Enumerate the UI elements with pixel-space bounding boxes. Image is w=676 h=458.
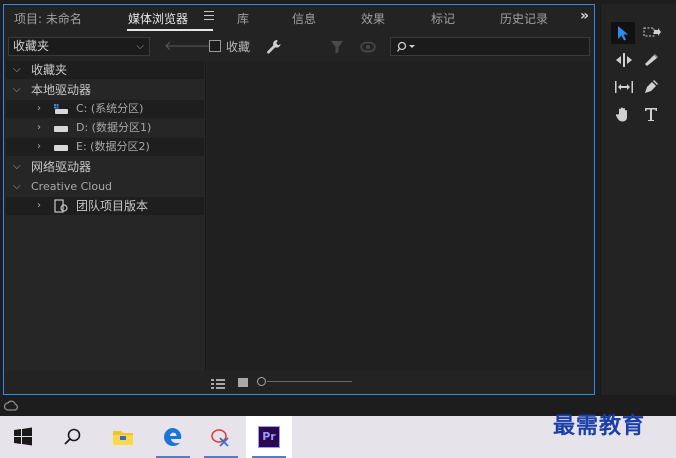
slip-icon — [615, 81, 633, 93]
ripple-edit-icon — [616, 53, 632, 67]
media-browser-panel: 项目: 未命名 媒体浏览器 库 信息 效果 标记 历史记录 » 收藏夹 ⌵ 🡐 … — [3, 4, 595, 395]
tree-item-label: 收藏夹 — [31, 63, 68, 77]
tree-item-label: Creative Cloud — [31, 180, 113, 193]
chevron-down-icon[interactable]: ⌵ — [13, 61, 21, 79]
ripple-edit-tool[interactable] — [611, 49, 635, 71]
tab-overflow-icon[interactable]: » — [580, 8, 589, 24]
type-icon — [645, 108, 657, 121]
tab-history[interactable]: 历史记录 — [500, 10, 548, 28]
windows-start-icon — [14, 427, 32, 446]
tree-item-label: 网络驱动器 — [31, 160, 92, 174]
tree-item-drive-e[interactable]: › E: (数据分区2) — [6, 138, 204, 156]
chevron-down-icon[interactable]: ⌵ — [13, 158, 21, 176]
slip-tool[interactable] — [611, 76, 635, 98]
tree-item-network-drives[interactable]: ⌵ 网络驱动器 — [6, 158, 204, 176]
tree-item-favorites[interactable]: ⌵ 收藏夹 — [6, 61, 204, 79]
start-button[interactable] — [0, 416, 46, 458]
collect-label: 收藏 — [226, 40, 251, 54]
tree-item-drive-d[interactable]: › D: (数据分区1) — [6, 119, 204, 137]
hard-drive-icon — [54, 126, 68, 132]
tab-info[interactable]: 信息 — [292, 10, 316, 28]
pen-tool[interactable] — [639, 76, 663, 98]
panel-bottom-bar — [4, 371, 594, 394]
media-content-area[interactable] — [207, 61, 592, 371]
taskbar-premiere-pro[interactable]: Pr — [246, 416, 292, 458]
tab-media-browser[interactable]: 媒体浏览器 — [128, 10, 188, 28]
panel-menu-icon[interactable] — [204, 11, 214, 23]
panel-tab-bar: 项目: 未命名 媒体浏览器 库 信息 效果 标记 历史记录 » — [4, 5, 594, 31]
eye-icon[interactable] — [360, 41, 376, 53]
tree-item-label: D: (数据分区1) — [76, 121, 152, 134]
file-explorer-icon — [113, 431, 133, 445]
premiere-pro-icon: Pr — [258, 426, 280, 448]
tree-item-creative-cloud[interactable]: ⌵ Creative Cloud — [6, 178, 204, 196]
chevron-down-icon[interactable]: ⌵ — [13, 81, 21, 99]
tree-item-drive-c[interactable]: › C: (系统分区) — [6, 100, 204, 118]
folder-tree: ⌵ 收藏夹 ⌵ 本地驱动器 › C: (系统分区) › D: (数据分区1) › — [6, 61, 206, 371]
tree-item-label: 团队项目版本 — [76, 199, 149, 213]
taskbar-search-button[interactable] — [50, 416, 96, 458]
taskbar-edge[interactable] — [150, 416, 196, 458]
tab-project[interactable]: 项目: 未命名 — [14, 10, 82, 28]
chevron-down-icon: ⌵ — [136, 41, 144, 52]
hard-drive-icon — [54, 145, 68, 151]
zoom-slider-track[interactable] — [267, 381, 352, 382]
search-icon — [397, 41, 415, 52]
edge-icon — [164, 428, 182, 446]
razor-tool[interactable] — [639, 49, 663, 71]
watermark-text: 最需教育 — [553, 413, 646, 439]
location-select[interactable]: 收藏夹 ⌵ — [8, 37, 150, 56]
filter-icon[interactable] — [330, 40, 344, 54]
chevron-right-icon[interactable]: › — [37, 197, 41, 215]
team-project-icon — [54, 199, 68, 213]
search-icon — [64, 428, 81, 445]
wrench-icon[interactable] — [266, 39, 282, 55]
chevron-down-icon[interactable]: ⌵ — [13, 178, 21, 196]
selection-tool[interactable] — [611, 22, 635, 44]
pen-icon — [645, 80, 658, 93]
system-drive-icon — [54, 104, 68, 114]
track-select-forward-icon — [643, 27, 661, 37]
taskbar-file-explorer[interactable] — [100, 416, 146, 458]
collect-checkbox[interactable] — [209, 40, 221, 52]
tree-item-local-drives[interactable]: ⌵ 本地驱动器 — [6, 81, 204, 99]
chevron-right-icon[interactable]: › — [37, 119, 41, 137]
search-input[interactable] — [390, 37, 590, 56]
zoom-slider-knob[interactable] — [257, 377, 266, 386]
list-view-icon[interactable] — [211, 379, 225, 389]
chevron-right-icon[interactable]: › — [37, 138, 41, 156]
tree-item-team-projects[interactable]: › 团队项目版本 — [6, 197, 204, 215]
tab-markers[interactable]: 标记 — [431, 10, 455, 28]
active-tab-indicator — [127, 29, 213, 31]
chevron-right-icon[interactable]: › — [37, 100, 41, 118]
tree-item-label: C: (系统分区) — [76, 102, 144, 115]
track-select-forward-tool[interactable] — [639, 22, 663, 44]
taskbar-snipping-tool[interactable] — [198, 416, 244, 458]
tree-item-label: E: (数据分区2) — [76, 140, 150, 153]
media-browser-toolbar: 收藏夹 ⌵ 🡐 🡒 收藏 — [4, 35, 594, 59]
type-tool[interactable] — [639, 103, 663, 125]
tab-effects[interactable]: 效果 — [361, 10, 385, 28]
hand-icon — [615, 107, 627, 122]
creative-cloud-icon[interactable] — [3, 399, 19, 412]
tab-libraries[interactable]: 库 — [237, 10, 249, 28]
hand-tool[interactable] — [611, 103, 635, 125]
icon-view-icon[interactable] — [238, 378, 248, 387]
snipping-tool-icon — [211, 429, 229, 447]
selection-tool-icon — [618, 26, 628, 41]
location-select-value: 收藏夹 — [13, 39, 50, 53]
tools-panel — [600, 4, 676, 395]
tree-item-label: 本地驱动器 — [31, 83, 92, 97]
razor-icon — [645, 54, 658, 66]
